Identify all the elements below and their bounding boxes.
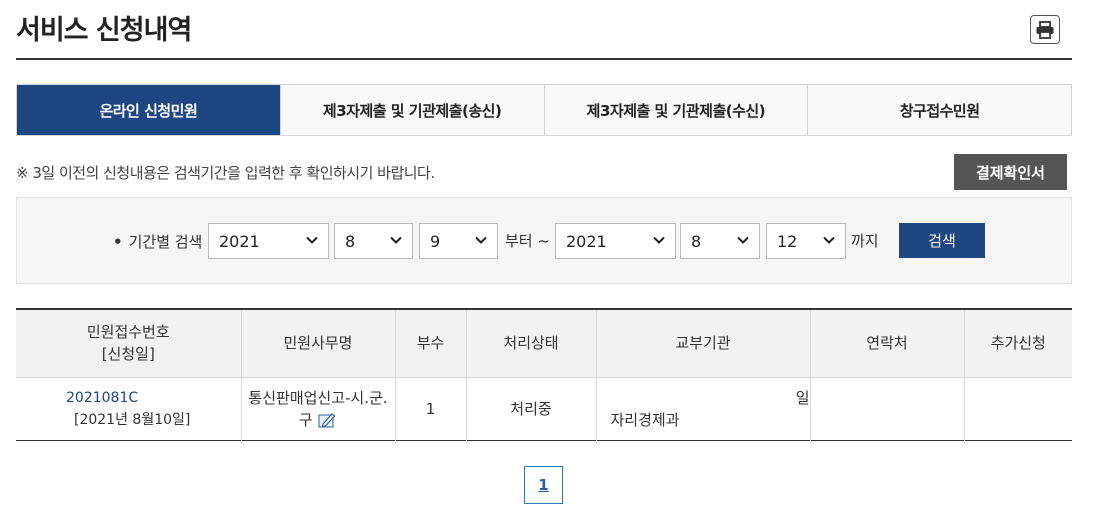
tab-bar: 온라인 신청민원 제3자제출 및 기관제출(송신) 제3자제출 및 기관제출(수… [16,84,1072,136]
to-day-select[interactable]: 12 [766,223,846,259]
from-day-select[interactable]: 9 [419,223,498,259]
cell-contact [809,377,964,440]
payment-confirmation-button[interactable]: 결제확인서 [954,154,1067,190]
cell-additional-request [963,377,1072,440]
to-month-value: 8 [691,231,702,251]
page-title: 서비스 신청내역 [16,15,192,46]
from-label: 부터 ~ [505,232,550,250]
agency-line1: 일 [795,388,810,407]
chevron-down-icon [390,236,402,244]
header-receipt-number: 민원접수번호 [신청일] [16,309,241,378]
header-issuing-agency: 교부기관 [595,309,810,378]
service-name-line1: 통신판매업신고-시.군. [248,388,388,407]
table-row: 2021081C [2021년 8월10일] 통신판매업신고-시.군. 구 1 … [16,377,1072,440]
cell-copies: 1 [394,377,466,440]
from-month-select[interactable]: 8 [334,223,413,259]
header-copies: 부수 [394,309,466,378]
from-month-value: 8 [345,231,356,251]
to-year-select[interactable]: 2021 [555,223,676,259]
receipt-number-link[interactable]: 2021081C [66,390,138,406]
applications-table: 민원접수번호 [신청일] 민원사무명 부수 처리상태 교부기관 연락처 추가신청… [16,308,1072,441]
chevron-down-icon [823,236,835,244]
agency-line2: 자리경제과 [610,410,680,429]
chevron-down-icon [475,236,487,244]
cell-service-name: 통신판매업신고-시.군. 구 [240,377,395,440]
print-button[interactable] [1030,15,1060,44]
table-header-row: 민원접수번호 [신청일] 민원사무명 부수 처리상태 교부기관 연락처 추가신청 [16,309,1072,378]
search-panel: • 기간별 검색 2021 8 9 부터 ~ 2021 8 12 까지 검색 [16,197,1072,284]
search-notice: ※ 3일 이전의 신청내용은 검색기간을 입력한 후 확인하시기 바랍니다. [16,164,435,182]
from-day-value: 9 [430,231,441,251]
header-receipt-date-text: [신청일] [101,345,155,364]
tab-online-applications[interactable]: 온라인 신청민원 [17,85,280,135]
header-status: 처리상태 [465,309,596,378]
period-search-label: • 기간별 검색 [113,233,203,251]
period-search-text: 기간별 검색 [128,233,203,251]
from-year-select[interactable]: 2021 [208,223,329,259]
receipt-date: [2021년 8월10일] [74,412,191,428]
tab-third-party-received[interactable]: 제3자제출 및 기관제출(수신) [543,85,808,135]
cell-receipt: 2021081C [2021년 8월10일] [16,377,241,440]
service-name-line2: 구 [298,410,313,429]
to-day-value: 12 [777,231,798,251]
from-year-value: 2021 [219,231,260,251]
header-contact: 연락처 [809,309,964,378]
header-additional-request: 추가신청 [963,309,1072,378]
chevron-down-icon [737,236,749,244]
pagination-page-1[interactable]: 1 [524,466,563,504]
cell-status: 처리중 [465,377,596,440]
tab-counter-applications[interactable]: 창구접수민원 [807,85,1071,135]
header-service-name: 민원사무명 [240,309,395,378]
chevron-down-icon [653,236,665,244]
title-divider [16,58,1072,60]
printer-icon [1036,20,1054,39]
chevron-down-icon [306,236,318,244]
search-button[interactable]: 검색 [899,223,985,258]
tab-third-party-sent[interactable]: 제3자제출 및 기관제출(송신) [279,85,544,135]
to-year-value: 2021 [566,231,607,251]
header-receipt-number-text: 민원접수번호 [86,323,170,342]
to-label: 까지 [851,232,879,250]
edit-document-icon[interactable] [317,411,337,429]
to-month-select[interactable]: 8 [680,223,760,259]
cell-issuing-agency: 일 자리경제과 [595,377,810,440]
